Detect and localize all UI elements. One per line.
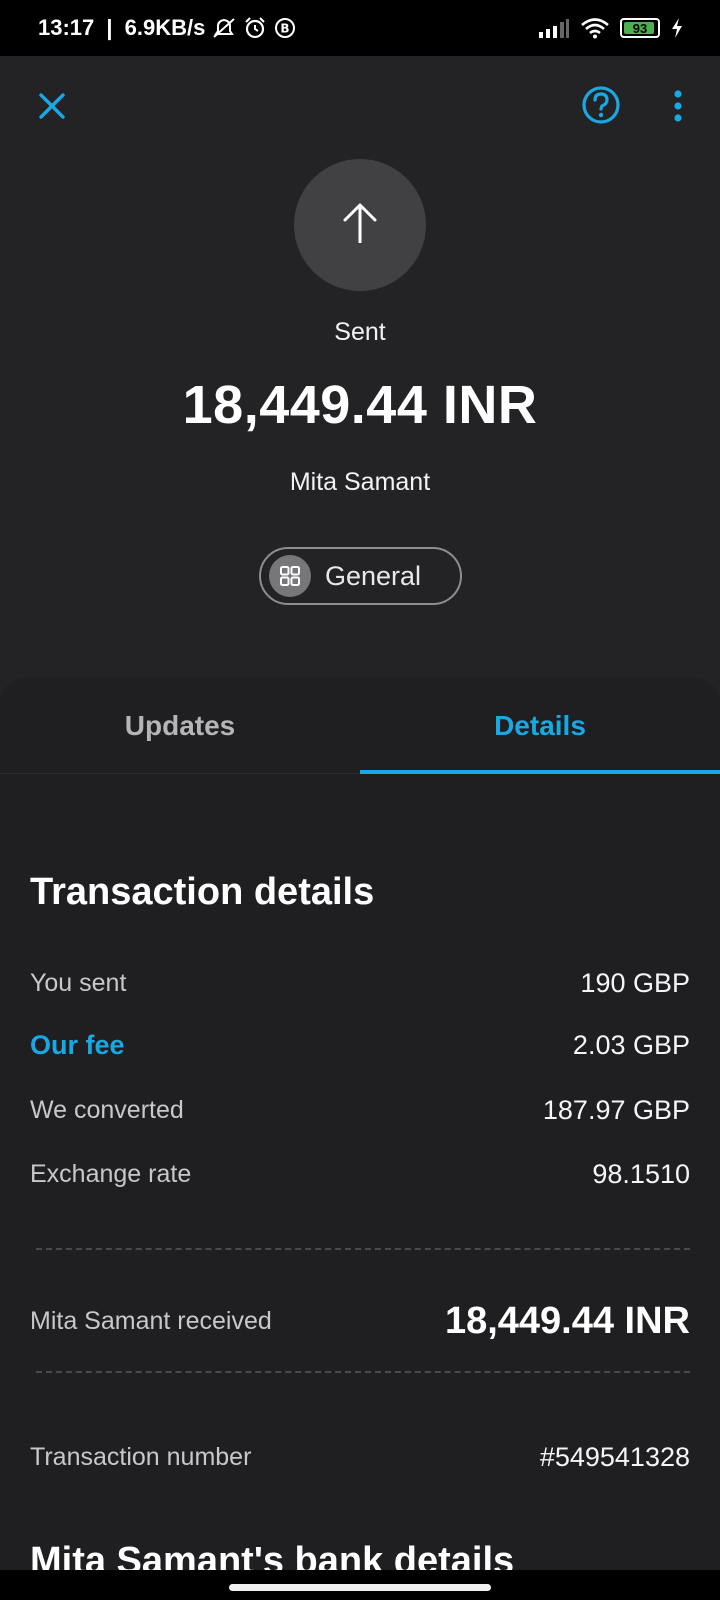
status-bar: 13:17 | 6.9KB/s B 93: [0, 0, 720, 56]
b-badge-icon: B: [273, 16, 297, 40]
tab-bar: Updates Details: [0, 678, 720, 774]
help-icon[interactable]: [580, 84, 622, 126]
row-exchange-rate: Exchange rate 98.1510: [30, 1159, 690, 1190]
row-we-converted: We converted 187.97 GBP: [30, 1095, 690, 1126]
tab-details-label: Details: [494, 710, 586, 741]
transaction-details-title: Transaction details: [30, 871, 375, 913]
wifi-icon: [580, 17, 610, 39]
row-value: 98.1510: [592, 1159, 690, 1189]
transaction-number: #549541328: [539, 1442, 690, 1472]
row-label: We converted: [30, 1096, 184, 1124]
signal-icon: [538, 18, 570, 38]
sent-direction-badge: [294, 159, 426, 291]
network-speed: 6.9KB/s: [124, 15, 206, 40]
divider: [36, 1248, 690, 1250]
arrow-up-icon: [338, 199, 382, 252]
received-amount: 18,449.44 INR: [444, 1300, 690, 1342]
alarm-icon: [243, 16, 267, 40]
row-our-fee: Our fee 2.03 GBP: [30, 1030, 690, 1061]
svg-text:B: B: [281, 22, 290, 36]
transfer-amount: 18,449.44 INR: [182, 375, 538, 435]
our-fee-link[interactable]: Our fee: [30, 1030, 125, 1061]
home-gesture-handle[interactable]: [229, 1584, 491, 1591]
row-transaction-number: Transaction number #549541328: [30, 1442, 690, 1473]
row-label: Exchange rate: [30, 1160, 192, 1188]
transfer-detail-screen: Sent 18,449.44 INR Mita Samant General U…: [0, 56, 720, 1600]
row-label: Transaction number: [30, 1443, 252, 1471]
charging-icon: [670, 17, 684, 39]
row-value: 190 GBP: [580, 968, 690, 998]
row-label: You sent: [30, 969, 127, 997]
close-icon[interactable]: [32, 86, 72, 126]
grid-icon: [269, 555, 311, 597]
row-recipient-received: Mita Samant received 18,449.44 INR: [30, 1300, 690, 1343]
transfer-status: Sent: [334, 318, 386, 346]
top-bar: [0, 56, 720, 156]
tab-updates-label: Updates: [124, 710, 236, 741]
active-tab-indicator: [360, 770, 720, 774]
tab-updates[interactable]: Updates: [0, 678, 360, 774]
category-chip[interactable]: General: [259, 547, 462, 605]
tab-details[interactable]: Details: [360, 678, 720, 774]
row-you-sent: You sent 190 GBP: [30, 968, 690, 999]
mute-icon: [211, 16, 237, 40]
details-sheet: Updates Details Transaction details You …: [0, 678, 720, 1600]
row-value: 2.03 GBP: [572, 1030, 690, 1060]
row-value: 187.97 GBP: [542, 1095, 690, 1125]
battery-icon: 93: [620, 18, 660, 38]
status-time: 13:17: [38, 15, 95, 40]
more-vert-icon[interactable]: [660, 86, 696, 126]
recipient-name: Mita Samant: [289, 468, 431, 496]
row-label: Mita Samant received: [30, 1307, 272, 1335]
category-label: General: [325, 560, 422, 591]
divider: [36, 1371, 690, 1373]
